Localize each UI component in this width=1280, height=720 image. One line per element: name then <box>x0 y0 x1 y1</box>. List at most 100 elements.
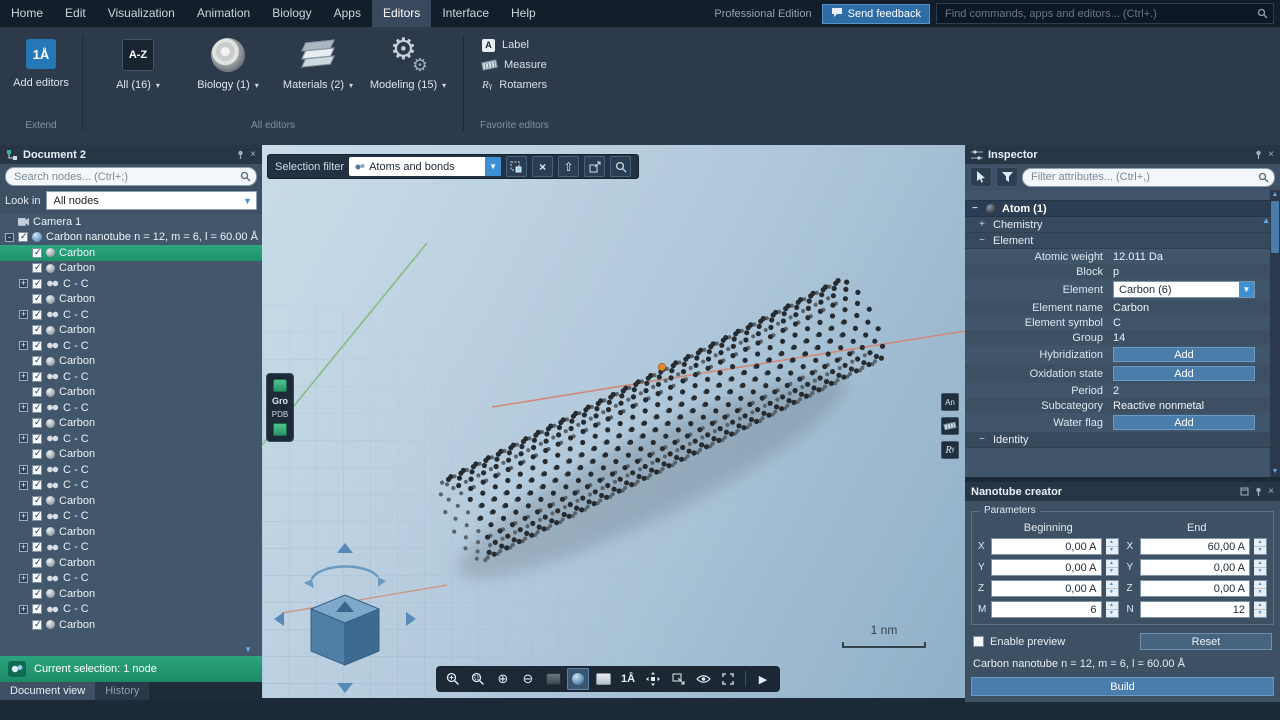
expander-icon[interactable]: + <box>19 310 28 319</box>
checkbox[interactable] <box>32 589 42 599</box>
camera-views-button[interactable] <box>642 668 664 690</box>
tree-row[interactable]: Carbon <box>0 292 262 308</box>
zoom-in-region-button[interactable] <box>442 668 464 690</box>
checkbox[interactable] <box>32 573 42 583</box>
scroll-up-icon[interactable]: ▲ <box>1272 190 1279 200</box>
tree-row[interactable]: -Carbon nanotube n = 12, m = 6, l = 60.0… <box>0 230 262 246</box>
menu-item-home[interactable]: Home <box>0 0 54 27</box>
tree-row[interactable]: +C - C <box>0 338 262 354</box>
spinner[interactable]: ▲▼ <box>1106 538 1119 555</box>
chevron-down-icon[interactable]: ▾ <box>255 81 259 90</box>
checkbox[interactable] <box>32 449 42 459</box>
menu-item-edit[interactable]: Edit <box>54 0 97 27</box>
expander-icon[interactable]: + <box>19 605 28 614</box>
tree-row[interactable]: Camera 1 <box>0 214 262 230</box>
annotation-button[interactable]: An <box>941 393 959 411</box>
parameter-input[interactable]: 0,00 A <box>1140 559 1251 576</box>
parameter-input[interactable]: 60,00 A <box>1140 538 1251 555</box>
tree-row[interactable]: Carbon <box>0 493 262 509</box>
expander-icon[interactable]: + <box>19 341 28 350</box>
zoom-button[interactable] <box>610 156 631 177</box>
tree-row[interactable]: Carbon <box>0 261 262 277</box>
spinner-up-icon[interactable]: ▲ <box>1106 560 1118 568</box>
spinner-up-icon[interactable]: ▲ <box>1254 560 1266 568</box>
orbit-arrow[interactable] <box>312 566 378 579</box>
parameter-input[interactable]: 0,00 A <box>991 559 1102 576</box>
spinner-down-icon[interactable]: ▼ <box>1106 547 1118 554</box>
menu-item-biology[interactable]: Biology <box>261 0 322 27</box>
checkbox[interactable] <box>32 434 42 444</box>
checkbox[interactable] <box>32 356 42 366</box>
navigation-cube[interactable] <box>270 537 430 697</box>
checkbox[interactable] <box>32 480 42 490</box>
element-section-header[interactable]: − Element <box>965 233 1270 249</box>
zoom-out-button[interactable]: ⊖ <box>517 668 539 690</box>
spinner[interactable]: ▲▼ <box>1254 601 1267 618</box>
attribute-filter-input[interactable] <box>1022 168 1275 187</box>
expander-icon[interactable]: - <box>5 233 14 242</box>
tree-row[interactable]: Carbon <box>0 524 262 540</box>
expander-icon[interactable]: + <box>19 481 28 490</box>
tree-row[interactable]: Carbon <box>0 617 262 633</box>
parameter-input[interactable]: 12 <box>1140 601 1251 618</box>
tree-row[interactable]: Carbon <box>0 323 262 339</box>
pin-icon[interactable] <box>236 150 245 159</box>
filter-edit-button[interactable] <box>996 167 1018 187</box>
expander-icon[interactable]: + <box>19 574 28 583</box>
tree-row[interactable]: +C - C <box>0 400 262 416</box>
tree-row[interactable]: +C - C <box>0 509 262 525</box>
tree-row[interactable]: Carbon <box>0 447 262 463</box>
tree-row[interactable]: Carbon <box>0 385 262 401</box>
checkbox[interactable] <box>32 496 42 506</box>
checkbox[interactable] <box>32 604 42 614</box>
zoom-selection-button[interactable] <box>467 668 489 690</box>
rotamers-button[interactable]: Rγ <box>941 441 959 459</box>
spinner-down-icon[interactable]: ▼ <box>1106 610 1118 617</box>
spinner[interactable]: ▲▼ <box>1106 559 1119 576</box>
checkbox[interactable] <box>32 341 42 351</box>
pin-icon[interactable] <box>1254 150 1263 159</box>
identity-section-header[interactable]: − Identity <box>965 432 1270 448</box>
parameter-input[interactable]: 0,00 A <box>1140 580 1251 597</box>
pan-left-arrow[interactable] <box>274 612 284 626</box>
visibility-button[interactable] <box>692 668 714 690</box>
scale-button[interactable]: 1Å <box>617 668 639 690</box>
gromacs-export-icon[interactable] <box>273 379 287 392</box>
fullscreen-button[interactable] <box>717 668 739 690</box>
editor-tile-all[interactable]: A-ZAll (16)▾ <box>93 31 183 91</box>
checkbox[interactable] <box>32 465 42 475</box>
spinner-down-icon[interactable]: ▼ <box>1254 610 1266 617</box>
parameter-input[interactable]: 0,00 A <box>991 580 1102 597</box>
checkbox[interactable] <box>32 263 42 273</box>
preset-spheres-button[interactable] <box>567 668 589 690</box>
checkbox[interactable] <box>18 232 28 242</box>
add-button[interactable]: Add <box>1113 347 1255 362</box>
tree-row[interactable]: Carbon <box>0 245 262 261</box>
editor-tile-modeling[interactable]: ⚙⚙Modeling (15)▾ <box>363 31 453 91</box>
preset-light-button[interactable] <box>592 668 614 690</box>
chevron-down-icon[interactable]: ▾ <box>442 81 446 90</box>
checkbox[interactable] <box>32 372 42 382</box>
tree-row[interactable]: Carbon <box>0 586 262 602</box>
close-icon[interactable]: × <box>250 150 256 160</box>
spinner-down-icon[interactable]: ▼ <box>1106 589 1118 596</box>
measure-button[interactable] <box>941 417 959 435</box>
tab-history[interactable]: History <box>95 682 149 700</box>
spinner[interactable]: ▲▼ <box>1254 538 1267 555</box>
tree-row[interactable]: +C - C <box>0 478 262 494</box>
pan-down-arrow[interactable] <box>337 683 353 693</box>
chevron-down-icon[interactable]: ▾ <box>349 81 353 90</box>
screenshot-button[interactable] <box>667 668 689 690</box>
close-icon[interactable]: × <box>1268 487 1274 497</box>
checkbox[interactable] <box>32 418 42 428</box>
pick-node-button[interactable] <box>970 167 992 187</box>
spinner-up-icon[interactable]: ▲ <box>1106 602 1118 610</box>
favorite-editor-label[interactable]: ALabel <box>474 35 537 55</box>
checkbox[interactable] <box>32 310 42 320</box>
spinner-down-icon[interactable]: ▼ <box>1254 589 1266 596</box>
deselect-button[interactable]: × <box>532 156 553 177</box>
reset-button[interactable]: Reset <box>1140 633 1272 650</box>
window-icon[interactable] <box>1240 487 1249 496</box>
tree-row[interactable]: Carbon <box>0 354 262 370</box>
expander-icon[interactable]: + <box>19 543 28 552</box>
